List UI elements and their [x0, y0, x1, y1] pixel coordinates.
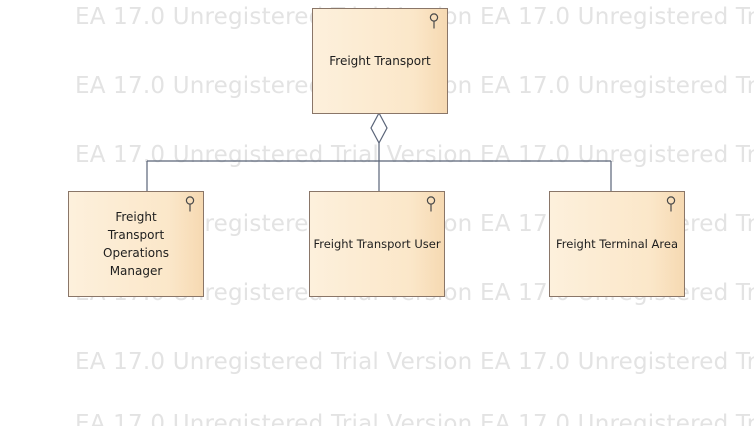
- role-icon: [426, 196, 436, 212]
- role-icon: [185, 196, 195, 212]
- node-freight-transport-user[interactable]: Freight Transport User: [309, 191, 445, 297]
- node-freight-terminal-area[interactable]: Freight Terminal Area: [549, 191, 685, 297]
- node-freight-transport-operations-manager[interactable]: Freight Transport Operations Manager: [68, 191, 204, 297]
- node-label: Freight Transport: [329, 54, 431, 68]
- node-freight-transport[interactable]: Freight Transport: [312, 8, 448, 114]
- aggregation-diamond[interactable]: [370, 111, 388, 145]
- node-label: Freight Transport User: [313, 237, 441, 251]
- role-icon: [666, 196, 676, 212]
- node-label: Freight Terminal Area: [556, 237, 678, 251]
- node-label: Freight Transport Operations Manager: [103, 210, 169, 278]
- role-icon: [429, 13, 439, 29]
